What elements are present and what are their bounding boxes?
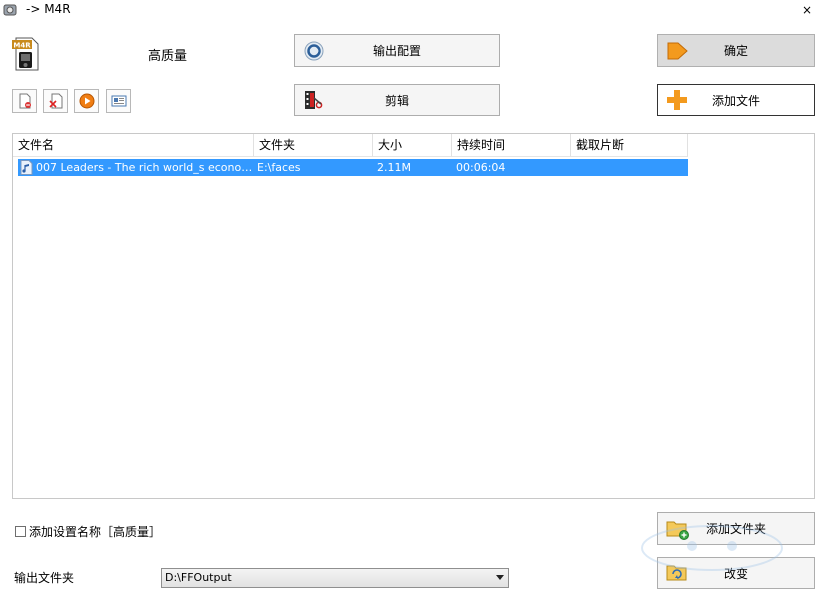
play-icon: [79, 93, 94, 109]
arrow-right-icon: [667, 42, 688, 59]
preset-name: 高质量: [148, 49, 188, 64]
column-header-duration[interactable]: 持续时间: [452, 134, 571, 157]
folder-add-icon: [666, 521, 689, 540]
scissors-film-icon: [305, 91, 323, 109]
cell-filename: 007 Leaders - The rich world_s economy..…: [18, 159, 254, 176]
plus-icon: [667, 90, 687, 110]
config-icon: [304, 41, 324, 60]
remove-file-icon: [19, 93, 31, 109]
add-preset-name-label: 添加设置名称［高质量］: [29, 525, 162, 539]
edit-button[interactable]: 剪辑: [294, 84, 500, 116]
column-header-size[interactable]: 大小: [373, 134, 452, 157]
m4r-file-icon: M4R: [12, 37, 39, 71]
file-name: 007 Leaders - The rich world_s economy..…: [36, 161, 254, 174]
add-preset-name-option[interactable]: 添加设置名称［高质量］: [15, 523, 161, 540]
change-label: 改变: [723, 566, 748, 581]
output-config-button[interactable]: 输出配置: [294, 34, 500, 67]
cell-size: 2.11M: [377, 161, 411, 174]
media-info-button[interactable]: [106, 89, 131, 113]
app-icon: [3, 4, 17, 16]
column-header-clip[interactable]: 截取片断: [571, 134, 688, 157]
window-title: -> M4R: [26, 2, 71, 16]
remove-file-button[interactable]: [12, 89, 37, 113]
audio-file-icon: [20, 160, 33, 175]
play-button[interactable]: [74, 89, 99, 113]
cell-duration: 00:06:04: [456, 161, 506, 174]
add-file-label: 添加文件: [711, 93, 760, 108]
add-folder-label: 添加文件夹: [705, 522, 766, 536]
title-bar: -> M4R ×: [0, 0, 822, 22]
confirm-label: 确定: [723, 44, 748, 58]
info-icon: [111, 95, 126, 107]
cell-clip: [572, 159, 688, 176]
edit-label: 剪辑: [384, 93, 409, 108]
change-button[interactable]: 改变: [657, 557, 815, 589]
add-preset-name-checkbox[interactable]: [15, 526, 26, 537]
add-folder-button[interactable]: 添加文件夹: [657, 512, 815, 545]
file-list[interactable]: 文件名 文件夹 大小 持续时间 截取片断 007 Leaders - The r…: [12, 133, 815, 499]
delete-button[interactable]: [43, 89, 68, 113]
confirm-button[interactable]: 确定: [657, 34, 815, 67]
column-header-folder[interactable]: 文件夹: [254, 134, 373, 157]
output-config-label: 输出配置: [372, 44, 421, 58]
add-file-button[interactable]: 添加文件: [657, 84, 815, 116]
output-folder-label: 输出文件夹: [14, 571, 75, 585]
column-header-filename[interactable]: 文件名: [13, 134, 254, 157]
list-item[interactable]: 007 Leaders - The rich world_s economy..…: [18, 159, 688, 176]
cell-folder: E:\faces: [257, 161, 301, 174]
m4r-label: M4R: [13, 42, 31, 50]
output-folder-select[interactable]: D:\FFOutput: [161, 568, 509, 588]
list-header: 文件名 文件夹 大小 持续时间 截取片断: [13, 134, 688, 157]
delete-icon: [48, 93, 62, 109]
close-button[interactable]: ×: [792, 0, 822, 20]
folder-change-icon: [666, 565, 687, 581]
output-folder-value: D:\FFOutput: [165, 571, 232, 584]
chevron-down-icon[interactable]: [496, 575, 504, 580]
